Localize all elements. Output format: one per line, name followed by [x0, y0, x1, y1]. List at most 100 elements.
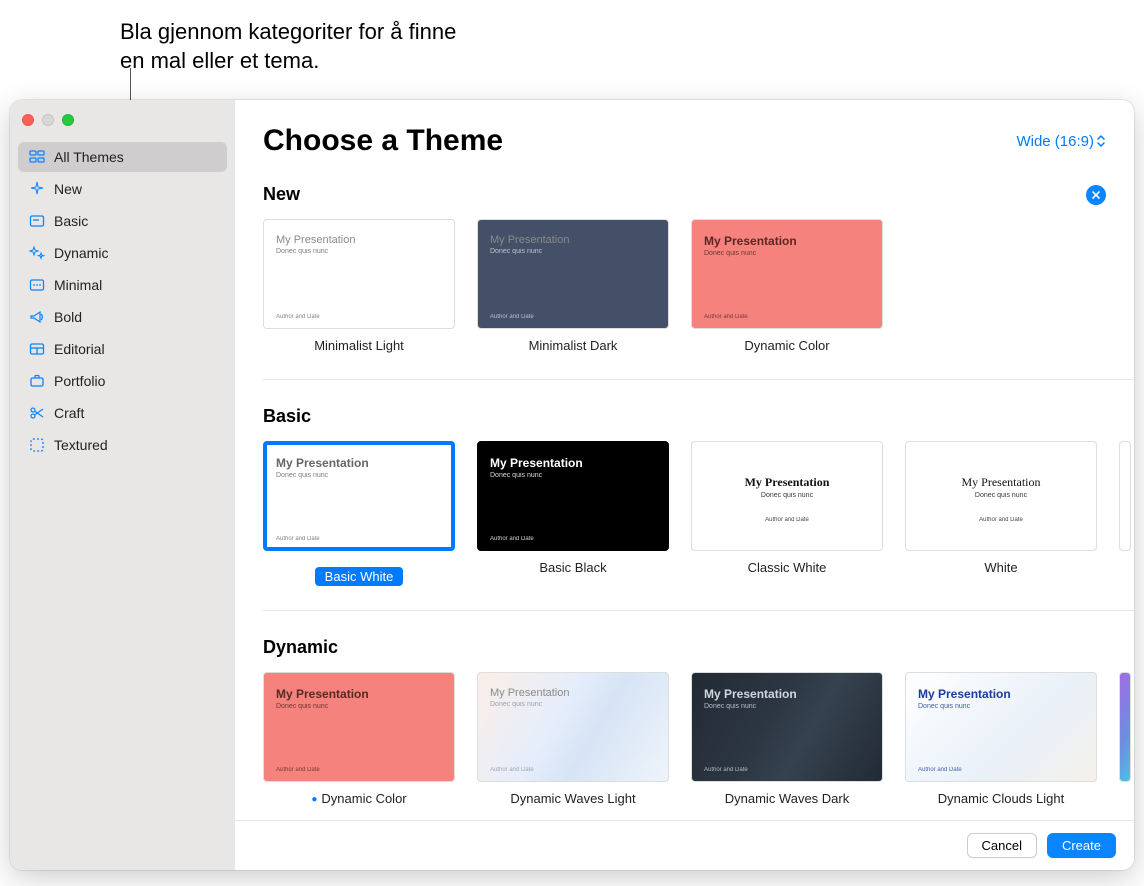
theme-card-dynamic-clouds-light[interactable]: My PresentationDonec quis nuncAuthor and… [905, 672, 1097, 808]
thumb-subtitle: Donec quis nunc [975, 492, 1027, 499]
theme-scroll-area[interactable]: Choose a Theme Wide (16:9) New My Present… [235, 100, 1134, 820]
theme-card-white[interactable]: My PresentationDonec quis nuncAuthor and… [905, 441, 1097, 586]
sidebar-item-label: New [54, 181, 82, 197]
sidebar-list: All Themes New BasicDynamic Minimal Bold Edit… [10, 142, 235, 460]
thumb-footer: Author and Date [490, 314, 656, 320]
theme-card-minimalist-light[interactable]: My Presentation Donec quis nunc Author and… [263, 219, 455, 355]
theme-caption-wrap: Classic White [691, 559, 883, 577]
theme-card-basic-white[interactable]: My PresentationDonec quis nuncAuthor and… [263, 441, 455, 586]
megaphone-icon [28, 308, 46, 326]
grid-icon [28, 148, 46, 166]
sidebar: All Themes New BasicDynamic Minimal Bold Edit… [10, 100, 235, 870]
zoom-window-button[interactable] [62, 114, 74, 126]
thumb-title: My Presentation [276, 456, 442, 470]
section-basic: Basic My Presentation Donec quis nunc Autho… [263, 406, 1134, 611]
sidebar-item-portfolio[interactable]: Portfolio [18, 366, 227, 396]
theme-card-classic-white[interactable]: My PresentationDonec quis nuncAuthor and… [691, 441, 883, 586]
theme-card-minimalist-dark[interactable]: My Presentation Donec quis nunc Author and… [477, 219, 669, 355]
theme-caption: Minimalist Light [314, 338, 404, 353]
chevron-up-down-icon [1096, 134, 1106, 148]
theme-row: My Presentation Donec quis nunc Author and… [263, 672, 1134, 808]
theme-caption-wrap: Dynamic Clouds Light [905, 790, 1097, 808]
thumb-title: My Presentation [276, 687, 442, 701]
theme-caption-wrap: Minimalist Light [263, 337, 455, 355]
thumb-subtitle: Donec quis nunc [490, 248, 656, 255]
theme-card-dynamic-color[interactable]: My PresentationDonec quis nuncAuthor and… [691, 219, 883, 355]
theme-thumbnail: My PresentationDonec quis nuncAuthor and… [263, 441, 455, 551]
thumb-subtitle: Donec quis nunc [704, 250, 870, 257]
theme-caption: Dynamic Waves Dark [725, 791, 849, 806]
theme-caption-wrap: Dynamic Color [691, 337, 883, 355]
theme-caption: Dynamic Color [321, 791, 406, 806]
page-title: Choose a Theme [263, 124, 503, 158]
thumb-title: My Presentation [704, 234, 870, 248]
footer-bar: Cancel Create [235, 820, 1134, 870]
close-window-button[interactable] [22, 114, 34, 126]
theme-card-dynamic-color[interactable]: My PresentationDonec quis nuncAuthor and… [263, 672, 455, 808]
dismiss-section-button[interactable] [1086, 185, 1106, 205]
theme-thumbnail: My PresentationDonec quis nuncAuthor and… [263, 672, 455, 782]
sidebar-item-all-themes[interactable]: All Themes [18, 142, 227, 172]
sidebar-item-label: Minimal [54, 277, 102, 293]
theme-card-dynamic-waves-light[interactable]: My PresentationDonec quis nuncAuthor and… [477, 672, 669, 808]
section-header: New [263, 184, 1134, 205]
scissors-icon [28, 404, 46, 422]
section-new: New My Presentation Donec quis nunc Author … [263, 184, 1134, 380]
thumb-title: My Presentation [490, 687, 656, 699]
sidebar-item-dynamic[interactable]: Dynamic [18, 238, 227, 268]
sidebar-item-craft[interactable]: Craft [18, 398, 227, 428]
theme-caption: Dynamic Waves Light [510, 791, 635, 806]
thumb-subtitle: Donec quis nunc [276, 248, 442, 255]
thumb-title: My Presentation [918, 687, 1084, 701]
theme-thumbnail [1119, 672, 1131, 782]
thumb-footer: Author and Date [979, 517, 1023, 523]
aspect-ratio-select[interactable]: Wide (16:9) [1016, 133, 1106, 150]
theme-thumbnail: My PresentationDonec quis nuncAuthor and… [477, 672, 669, 782]
theme-caption-wrap: Basic White [263, 559, 455, 586]
thumb-footer: Author and Date [276, 314, 442, 320]
window-controls [10, 108, 235, 142]
sidebar-item-editorial[interactable]: Editorial [18, 334, 227, 364]
thumb-footer: Author and Date [704, 767, 870, 773]
sidebar-item-textured[interactable]: Textured [18, 430, 227, 460]
slide-icon [28, 212, 46, 230]
sidebar-item-label: Editorial [54, 341, 105, 357]
sidebar-item-basic[interactable]: Basic [18, 206, 227, 236]
section-header: Dynamic [263, 637, 1134, 658]
thumb-subtitle: Donec quis nunc [918, 703, 1084, 710]
theme-card-partial[interactable] [1119, 672, 1131, 808]
section-header: Basic [263, 406, 1134, 427]
theme-row: My Presentation Donec quis nunc Author and… [263, 441, 1134, 586]
sidebar-item-label: Portfolio [54, 373, 105, 389]
thumb-title: My Presentation [490, 234, 656, 246]
main-panel: Choose a Theme Wide (16:9) New My Present… [235, 100, 1134, 870]
dot-indicator-icon: ● [311, 794, 317, 805]
annotation-text: Bla gjennom kategoriter for å finne en m… [120, 18, 480, 75]
sidebar-item-bold[interactable]: Bold [18, 302, 227, 332]
theme-caption: White [984, 560, 1017, 575]
layout-icon [28, 340, 46, 358]
theme-card-dynamic-waves-dark[interactable]: My Presentation Donec quis nunc Author and… [691, 672, 883, 808]
sidebar-item-minimal[interactable]: Minimal [18, 270, 227, 300]
thumb-subtitle: Donec quis nunc [704, 703, 870, 710]
thumb-title: My Presentation [704, 687, 870, 701]
aspect-ratio-label: Wide (16:9) [1016, 133, 1094, 150]
thumb-title: My Presentation [276, 234, 442, 246]
theme-caption-wrap: ● Dynamic Color [263, 790, 455, 808]
cancel-button[interactable]: Cancel [967, 833, 1037, 858]
thumb-title: My Presentation [490, 456, 656, 470]
theme-card-basic-black[interactable]: My PresentationDonec quis nuncAuthor and… [477, 441, 669, 586]
theme-thumbnail: My Presentation Donec quis nunc Author and… [691, 672, 883, 782]
theme-thumbnail: My PresentationDonec quis nuncAuthor and… [477, 441, 669, 551]
theme-chooser-window: All ThemesNewBasicDynamicMinimalBoldEdit… [10, 100, 1134, 870]
create-button[interactable]: Create [1047, 833, 1116, 858]
theme-caption: Classic White [748, 560, 827, 575]
theme-caption-wrap: Minimalist Dark [477, 337, 669, 355]
theme-thumbnail: My PresentationDonec quis nuncAuthor and… [691, 441, 883, 551]
sidebar-item-label: Textured [54, 437, 108, 453]
thumb-footer: Author and Date [276, 536, 442, 542]
section-title: New [263, 184, 300, 205]
minimize-window-button[interactable] [42, 114, 54, 126]
sidebar-item-new[interactable]: New [18, 174, 227, 204]
theme-card-partial[interactable] [1119, 441, 1131, 586]
